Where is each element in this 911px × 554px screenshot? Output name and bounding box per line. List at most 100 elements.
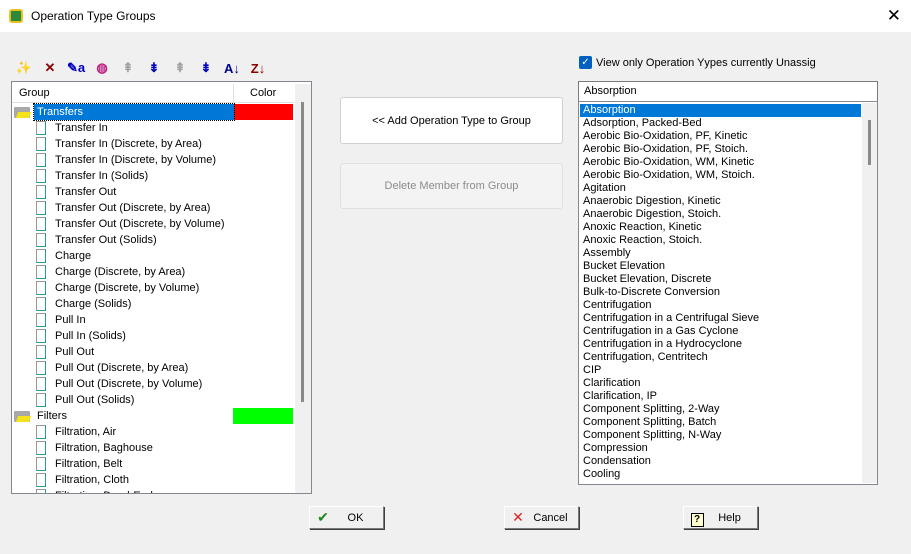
list-item[interactable]: Component Splitting, Batch bbox=[580, 416, 861, 429]
delete-icon[interactable]: ✕ bbox=[40, 58, 60, 78]
checkbox-check-icon[interactable]: ✓ bbox=[579, 56, 592, 69]
add-operation-type-button[interactable]: << Add Operation Type to Group bbox=[340, 97, 563, 144]
list-item[interactable]: CIP bbox=[580, 364, 861, 377]
list-item[interactable]: Anaerobic Digestion, Kinetic bbox=[580, 195, 861, 208]
tree-item[interactable]: Transfer In (Discrete, by Volume) bbox=[12, 152, 294, 168]
document-icon bbox=[36, 489, 46, 493]
tree-item[interactable]: Pull Out (Discrete, by Area) bbox=[12, 360, 294, 376]
list-item[interactable]: Bucket Elevation, Discrete bbox=[580, 273, 861, 286]
document-icon bbox=[36, 233, 46, 247]
document-icon bbox=[36, 425, 46, 439]
tree-item[interactable]: Filtration, Air bbox=[12, 424, 294, 440]
list-item[interactable]: Aerobic Bio-Oxidation, PF, Kinetic bbox=[580, 130, 861, 143]
list-item[interactable]: Assembly bbox=[580, 247, 861, 260]
document-icon bbox=[36, 185, 46, 199]
color-wheel-icon[interactable]: ◍ bbox=[92, 58, 112, 78]
sort-az-icon[interactable]: A↓ bbox=[222, 58, 242, 78]
unassigned-filter-checkbox[interactable]: ✓ View only Operation Yypes currently Un… bbox=[579, 56, 816, 69]
tree-label: Filtration, Baghouse bbox=[55, 442, 153, 454]
list-item[interactable]: Centrifugation in a Hydrocyclone bbox=[580, 338, 861, 351]
x-icon: ✕ bbox=[512, 509, 524, 525]
tree-item[interactable]: Filtration, Belt bbox=[12, 456, 294, 472]
list-item[interactable]: Agitation bbox=[580, 182, 861, 195]
tree-item[interactable]: Charge (Discrete, by Volume) bbox=[12, 280, 294, 296]
rename-icon[interactable]: ✎a bbox=[66, 58, 86, 78]
list-item[interactable]: Clarification, IP bbox=[580, 390, 861, 403]
list-item[interactable]: Centrifugation, Centritech bbox=[580, 351, 861, 364]
cancel-button[interactable]: ✕ Cancel bbox=[504, 506, 579, 529]
list-item[interactable]: Absorption bbox=[580, 104, 861, 117]
list-item[interactable]: Centrifugation in a Centrifugal Sieve bbox=[580, 312, 861, 325]
tree-item[interactable]: Transfer In bbox=[12, 120, 294, 136]
document-icon bbox=[36, 361, 46, 375]
tree-item[interactable]: Transfer Out (Discrete, by Area) bbox=[12, 200, 294, 216]
list-item[interactable]: Anoxic Reaction, Kinetic bbox=[580, 221, 861, 234]
list-item[interactable]: Bucket Elevation bbox=[580, 260, 861, 273]
list-item[interactable]: Adsorption, Packed-Bed bbox=[580, 117, 861, 130]
tree-item[interactable]: Transfer Out (Discrete, by Volume) bbox=[12, 216, 294, 232]
close-icon[interactable]: ✕ bbox=[887, 6, 901, 26]
tree-item[interactable]: Transfer In (Discrete, by Area) bbox=[12, 136, 294, 152]
new-group-wand-icon[interactable]: ✨ bbox=[14, 58, 34, 78]
tree-header: Group Color bbox=[12, 84, 294, 103]
tree-item[interactable]: Transfer Out bbox=[12, 184, 294, 200]
list-item[interactable]: Aerobic Bio-Oxidation, WM, Kinetic bbox=[580, 156, 861, 169]
tree-item[interactable]: Charge bbox=[12, 248, 294, 264]
operation-type-list[interactable]: Absorption Adsorption, Packed-Bed Aerobic … bbox=[578, 101, 878, 485]
header-color[interactable]: Color bbox=[250, 87, 276, 99]
list-item[interactable]: Centrifugation in a Gas Cyclone bbox=[580, 325, 861, 338]
tree-item[interactable]: Transfer In (Solids) bbox=[12, 168, 294, 184]
tree-item[interactable]: Transfer Out (Solids) bbox=[12, 232, 294, 248]
operation-type-combo-input[interactable]: Absorption bbox=[578, 81, 878, 102]
tree-item[interactable]: Pull Out (Solids) bbox=[12, 392, 294, 408]
document-icon bbox=[36, 441, 46, 455]
list-item[interactable]: Centrifugation bbox=[580, 299, 861, 312]
tree-item[interactable]: Pull In bbox=[12, 312, 294, 328]
list-item[interactable]: Bulk-to-Discrete Conversion bbox=[580, 286, 861, 299]
list-item[interactable]: Component Splitting, N-Way bbox=[580, 429, 861, 442]
tree-item[interactable]: Pull In (Solids) bbox=[12, 328, 294, 344]
list-item[interactable]: Clarification bbox=[580, 377, 861, 390]
help-icon: ? bbox=[684, 509, 710, 527]
move-bottom-icon[interactable]: ⇟ bbox=[196, 58, 216, 78]
tree-label: Pull In (Solids) bbox=[55, 330, 126, 342]
help-button[interactable]: ? Help bbox=[683, 506, 758, 529]
list-item[interactable]: Anoxic Reaction, Stoich. bbox=[580, 234, 861, 247]
list-item[interactable]: Anaerobic Digestion, Stoich. bbox=[580, 208, 861, 221]
tree-item[interactable]: Charge (Solids) bbox=[12, 296, 294, 312]
document-icon bbox=[36, 169, 46, 183]
tree-item[interactable]: Filtration, Baghouse bbox=[12, 440, 294, 456]
move-down-icon[interactable]: ⇟ bbox=[144, 58, 164, 78]
tree-label: Charge (Discrete, by Area) bbox=[55, 266, 186, 278]
sort-za-icon[interactable]: Z↓ bbox=[248, 58, 268, 78]
move-up-icon[interactable]: ⇞ bbox=[118, 58, 138, 78]
document-icon bbox=[36, 393, 46, 407]
folder-icon bbox=[14, 107, 30, 118]
tree-item[interactable]: Charge (Discrete, by Area) bbox=[12, 264, 294, 280]
header-group[interactable]: Group bbox=[19, 87, 50, 99]
list-item[interactable]: Component Splitting, 2-Way bbox=[580, 403, 861, 416]
list-item[interactable]: Aerobic Bio-Oxidation, PF, Stoich. bbox=[580, 143, 861, 156]
list-scrollbar[interactable] bbox=[862, 103, 877, 483]
tree-item[interactable]: Filtration, Cloth bbox=[12, 472, 294, 488]
group-color-swatch[interactable] bbox=[233, 104, 293, 120]
tree-item[interactable]: Pull Out bbox=[12, 344, 294, 360]
tree-label: Filtration, Air bbox=[55, 426, 117, 438]
list-item[interactable]: Cooling bbox=[580, 468, 861, 481]
list-item[interactable]: Condensation bbox=[580, 455, 861, 468]
ok-button[interactable]: ✔ OK bbox=[309, 506, 384, 529]
group-color-swatch[interactable] bbox=[233, 408, 293, 424]
document-icon bbox=[36, 121, 46, 135]
list-item[interactable]: Aerobic Bio-Oxidation, WM, Stoich. bbox=[580, 169, 861, 182]
group-tree[interactable]: Group Color Transfers Transfer In Transfer… bbox=[11, 81, 312, 494]
document-icon bbox=[36, 377, 46, 391]
tree-item[interactable]: Pull Out (Discrete, by Volume) bbox=[12, 376, 294, 392]
tree-group[interactable]: Filters bbox=[12, 408, 294, 424]
tree-group[interactable]: Transfers bbox=[12, 103, 294, 121]
list-item[interactable]: Compression bbox=[580, 442, 861, 455]
tree-scrollbar[interactable] bbox=[295, 84, 311, 493]
tree-item[interactable]: Filtration, Dead-End bbox=[12, 488, 294, 493]
tree-label: Pull In bbox=[55, 314, 86, 326]
move-top-icon[interactable]: ⇞ bbox=[170, 58, 190, 78]
delete-member-button[interactable]: Delete Member from Group bbox=[340, 163, 563, 209]
